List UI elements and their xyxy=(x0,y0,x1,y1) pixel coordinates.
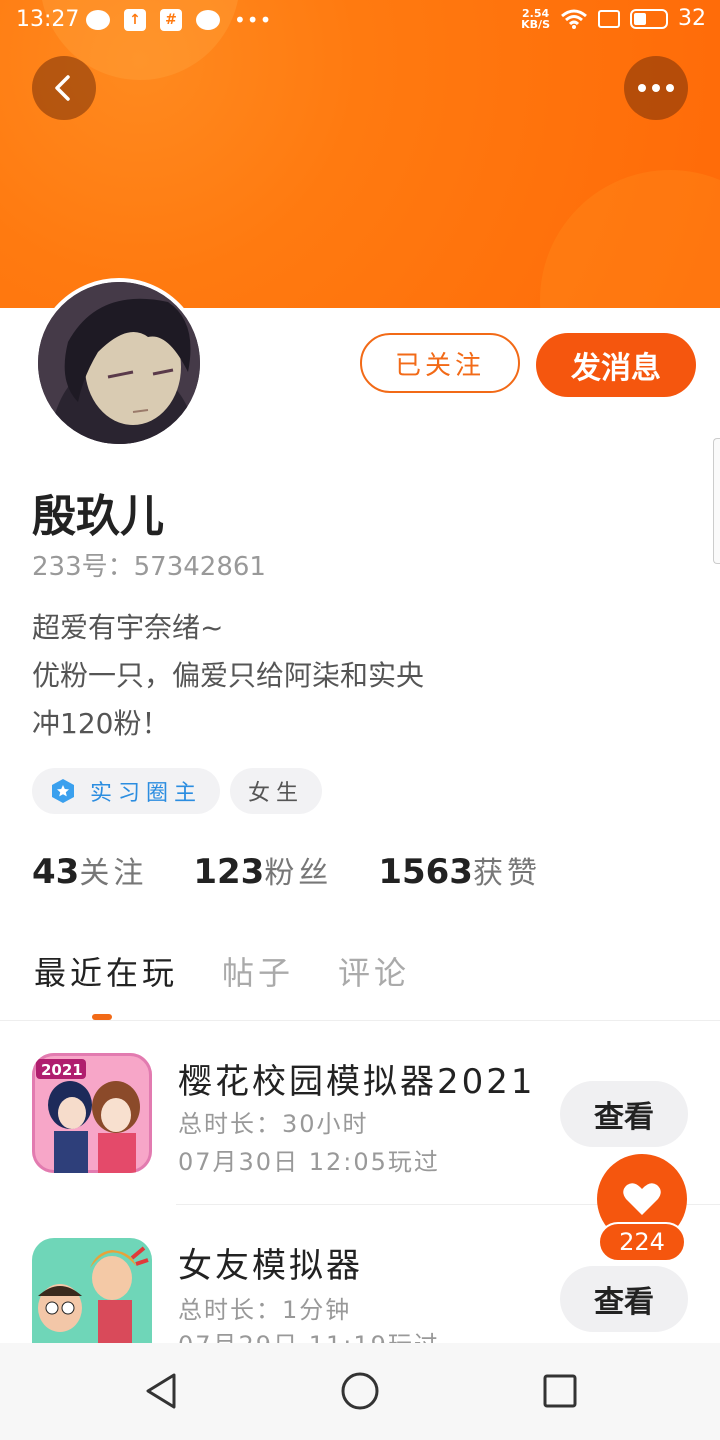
game-icon-badge: 2021 xyxy=(41,1061,83,1079)
profile-id-value: 57342861 xyxy=(133,552,266,582)
stat-value: 1563 xyxy=(378,852,473,892)
tab-posts[interactable]: 帖子 xyxy=(222,948,294,994)
tab-recently-played[interactable]: 最近在玩 xyxy=(34,948,178,994)
back-arrow-icon xyxy=(55,75,70,101)
notification-icons: ↑ # ••• xyxy=(86,8,272,32)
like-count: 224 xyxy=(598,1222,686,1262)
game-cover-image: 2021 xyxy=(32,1053,152,1173)
profile-tabs: 最近在玩 帖子 评论 xyxy=(34,948,410,994)
more-options-button[interactable] xyxy=(624,56,688,120)
nav-back-icon[interactable] xyxy=(142,1371,182,1411)
view-button[interactable]: 查看 xyxy=(560,1081,688,1147)
heart-icon xyxy=(623,1183,661,1215)
bio-line: 超爱有宇奈绪~ xyxy=(32,611,224,644)
status-bar: 13:27 ↑ # ••• 2.54 KB/S 32 xyxy=(0,0,720,40)
message-icon xyxy=(196,10,220,30)
game-icon[interactable] xyxy=(32,1238,152,1343)
bio-line: 优粉一只，偏爱只给阿柒和实央 xyxy=(32,659,425,692)
view-button[interactable]: 查看 xyxy=(560,1266,688,1332)
chat-bubble-icon xyxy=(86,10,110,30)
battery-icon xyxy=(630,8,668,29)
battery-level: 32 xyxy=(678,6,706,31)
bio-line: 冲120粉！ xyxy=(32,707,170,740)
send-message-button[interactable]: 发消息 xyxy=(536,333,696,397)
game-duration: 总时长：30小时 xyxy=(178,1110,369,1138)
followed-button[interactable]: 已关注 xyxy=(360,333,520,393)
profile-tags: 实习圈主 女生 xyxy=(32,768,323,814)
stat-label: 关注 xyxy=(79,856,148,891)
stat-following[interactable]: 43关注 xyxy=(32,848,147,892)
game-title[interactable]: 女友模拟器 xyxy=(178,1238,363,1287)
game-last-played: 07月30日 12:05玩过 xyxy=(178,1148,440,1176)
game-duration: 总时长：1分钟 xyxy=(178,1296,352,1324)
profile-bio: 超爱有宇奈绪~ 优粉一只，偏爱只给阿柒和实央 冲120粉！ xyxy=(32,604,424,748)
back-button[interactable] xyxy=(32,56,96,120)
profile-stats: 43关注 123粉丝 1563获赞 xyxy=(32,848,541,892)
side-scroll-handle[interactable] xyxy=(713,438,720,564)
hash-icon: # xyxy=(160,9,182,31)
more-dots-icon xyxy=(638,84,674,92)
system-navigation-bar xyxy=(0,1343,720,1440)
header-glow xyxy=(540,170,720,308)
upload-icon: ↑ xyxy=(124,9,146,31)
profile-name: 殷玖儿 xyxy=(32,491,164,542)
stat-label: 粉丝 xyxy=(264,856,333,891)
net-speed-value: 2.54 xyxy=(522,6,550,20)
avatar[interactable] xyxy=(34,278,204,448)
stat-likes[interactable]: 1563获赞 xyxy=(378,848,541,892)
tab-comments[interactable]: 评论 xyxy=(338,948,410,994)
divider xyxy=(0,1020,720,1021)
game-title[interactable]: 樱花校园模拟器2021 xyxy=(178,1054,536,1103)
net-speed-unit: KB/S xyxy=(521,17,550,31)
hexagon-star-icon xyxy=(52,779,74,803)
tag-gender[interactable]: 女生 xyxy=(230,768,323,814)
net-speed: 2.54 KB/S xyxy=(521,8,550,30)
status-time: 13:27 xyxy=(16,7,80,32)
nav-home-icon[interactable] xyxy=(340,1371,380,1411)
game-last-played: 07月29日 11:19玩过 xyxy=(178,1325,440,1343)
profile-id-label: 233号： xyxy=(32,552,134,582)
tag-label: 实习圈主 xyxy=(90,781,203,806)
stat-value: 123 xyxy=(193,852,265,892)
stat-fans[interactable]: 123粉丝 xyxy=(193,848,332,892)
status-right: 2.54 KB/S 32 xyxy=(521,6,706,31)
stat-value: 43 xyxy=(32,852,80,892)
game-cover-image xyxy=(32,1238,152,1343)
wifi-icon xyxy=(561,9,587,29)
game-icon[interactable]: 2021 xyxy=(32,1053,152,1173)
profile-header-banner: 13:27 ↑ # ••• 2.54 KB/S 32 xyxy=(0,0,720,308)
nav-recents-icon[interactable] xyxy=(540,1371,580,1411)
stat-label: 获赞 xyxy=(472,856,541,891)
more-notifications-icon: ••• xyxy=(234,8,273,32)
avatar-image xyxy=(38,282,200,444)
screen-icon xyxy=(598,9,620,28)
tag-circle-owner[interactable]: 实习圈主 xyxy=(32,768,221,814)
profile-id: 233号：57342861 xyxy=(32,546,266,583)
